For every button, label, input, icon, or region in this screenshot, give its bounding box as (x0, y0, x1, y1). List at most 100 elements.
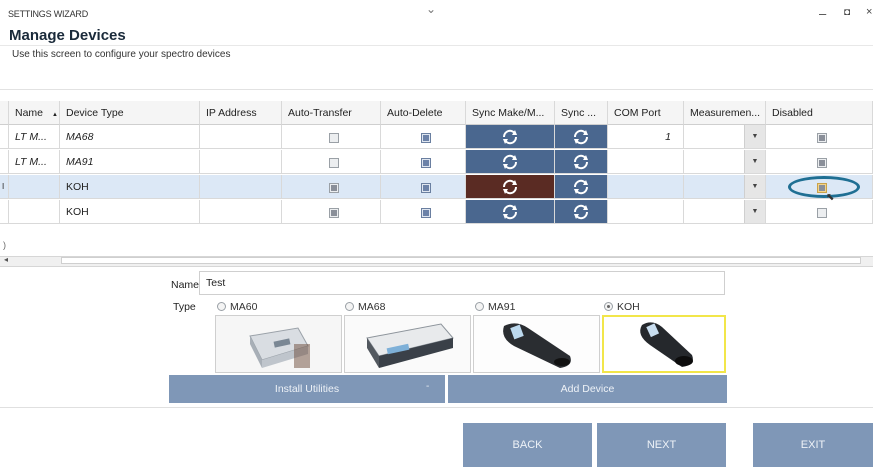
install-utilities-button[interactable]: Install Utilities (169, 375, 445, 403)
sync-make-model-button[interactable] (466, 150, 555, 174)
type-radio-koh[interactable]: KOH (604, 301, 640, 313)
disabled-checkbox[interactable] (817, 208, 827, 218)
next-button[interactable]: NEXT (597, 423, 726, 467)
cell-auto-transfer (282, 200, 381, 224)
type-radio-ma60[interactable]: MA60 (217, 301, 257, 313)
cell-ip (200, 175, 282, 199)
cell-disabled (766, 125, 873, 149)
device-image-koh[interactable] (602, 315, 726, 373)
column-header-auto-transfer[interactable]: Auto-Transfer (282, 101, 381, 125)
sync-button[interactable] (555, 175, 608, 199)
cell-com-port: 1 (608, 125, 684, 149)
cell-auto-transfer (282, 150, 381, 174)
measurement-dropdown-icon[interactable]: ▼ (744, 150, 765, 173)
sync-icon (501, 154, 519, 173)
radio-label: MA68 (358, 301, 386, 313)
cell-auto-delete (381, 175, 466, 199)
column-header-com-port[interactable]: COM Port (608, 101, 684, 125)
exit-button[interactable]: EXIT (753, 423, 873, 467)
radio-label: KOH (617, 301, 640, 313)
sync-icon (501, 204, 519, 223)
disabled-checkbox[interactable] (817, 158, 827, 168)
table-row[interactable]: LT M... MA68 1 ▼ (0, 125, 873, 149)
auto-delete-checkbox[interactable] (421, 208, 431, 218)
cell-auto-delete (381, 150, 466, 174)
column-header-sync[interactable]: Sync ... (555, 101, 608, 125)
collapse-chevron-icon[interactable]: ⌄ (426, 2, 436, 16)
radio-label: MA60 (230, 301, 258, 313)
device-image-ma60[interactable] (215, 315, 342, 373)
auto-transfer-checkbox[interactable] (329, 208, 339, 218)
install-dropdown-caret-icon[interactable]: - (426, 381, 429, 392)
cell-device-type: MA68 (60, 125, 200, 149)
devices-grid: Name ▲ Device Type IP Address Auto-Trans… (0, 101, 873, 227)
column-header-measurement[interactable]: Measuremen... (684, 101, 766, 125)
sync-make-model-button[interactable] (466, 200, 555, 224)
sync-icon (572, 154, 590, 173)
column-header-device-type[interactable]: Device Type (60, 101, 200, 125)
scrollbar-thumb[interactable] (61, 257, 861, 264)
sync-make-model-button[interactable] (466, 175, 555, 199)
sync-make-model-button[interactable] (466, 125, 555, 149)
auto-delete-checkbox[interactable] (421, 133, 431, 143)
device-image-ma68[interactable] (344, 315, 471, 373)
column-header-auto-delete[interactable]: Auto-Delete (381, 101, 466, 125)
sync-button[interactable] (555, 150, 608, 174)
cell-device-type: MA91 (60, 150, 200, 174)
type-label: Type (173, 301, 196, 313)
auto-transfer-checkbox[interactable] (329, 183, 339, 193)
column-header-ip-address[interactable]: IP Address (200, 101, 282, 125)
measurement-dropdown-icon[interactable]: ▼ (744, 175, 765, 198)
type-radio-ma91[interactable]: MA91 (475, 301, 515, 313)
minimize-icon[interactable]: – (819, 6, 826, 21)
device-image-ma91[interactable] (473, 315, 600, 373)
table-row[interactable]: I KOH ▼ (0, 175, 873, 199)
edge-mark: ) (3, 240, 6, 250)
footer-divider (0, 407, 873, 408)
close-icon[interactable]: × (866, 6, 872, 18)
device-name-input[interactable]: Test (199, 271, 725, 295)
measurement-dropdown-icon[interactable]: ▼ (744, 125, 765, 148)
sync-icon (572, 179, 590, 198)
page-subtitle: Use this screen to configure your spectr… (12, 49, 231, 60)
sync-button[interactable] (555, 200, 608, 224)
window-title: SETTINGS WIZARD (8, 9, 88, 19)
sync-icon (501, 179, 519, 198)
cell-name (9, 200, 60, 224)
column-header-disabled[interactable]: Disabled (766, 101, 873, 125)
scroll-left-arrow-icon[interactable]: ◂ (4, 255, 8, 264)
radio-dot-icon (345, 302, 354, 311)
auto-transfer-checkbox[interactable] (329, 158, 339, 168)
cell-measurement: ▼ (684, 200, 766, 224)
page-title: Manage Devices (9, 27, 126, 44)
table-row[interactable]: LT M... MA91 ▼ (0, 150, 873, 174)
disabled-checkbox[interactable] (817, 133, 827, 143)
cell-device-type: KOH (60, 175, 200, 199)
cell-com-port (608, 150, 684, 174)
cell-ip (200, 200, 282, 224)
section-divider (0, 89, 873, 90)
row-indicator (0, 200, 9, 224)
sync-button[interactable] (555, 125, 608, 149)
type-radio-ma68[interactable]: MA68 (345, 301, 385, 313)
row-header-corner (0, 101, 9, 125)
column-header-sync-make-model[interactable]: Sync Make/M... (466, 101, 555, 125)
column-header-name[interactable]: Name ▲ (9, 101, 60, 125)
table-row[interactable]: KOH ▼ (0, 200, 873, 224)
cell-name (9, 175, 60, 199)
column-header-label: Name (15, 107, 44, 119)
radio-dot-icon (475, 302, 484, 311)
cell-measurement: ▼ (684, 125, 766, 149)
maximize-icon[interactable]: ◘ (844, 7, 850, 18)
radio-dot-selected-icon (604, 302, 613, 311)
cell-auto-delete (381, 125, 466, 149)
cell-ip (200, 125, 282, 149)
cell-disabled (766, 150, 873, 174)
auto-delete-checkbox[interactable] (421, 183, 431, 193)
add-device-button[interactable]: Add Device (448, 375, 727, 403)
auto-delete-checkbox[interactable] (421, 158, 431, 168)
back-button[interactable]: BACK (463, 423, 592, 467)
auto-transfer-checkbox[interactable] (329, 133, 339, 143)
radio-label: MA91 (488, 301, 516, 313)
measurement-dropdown-icon[interactable]: ▼ (744, 200, 765, 223)
